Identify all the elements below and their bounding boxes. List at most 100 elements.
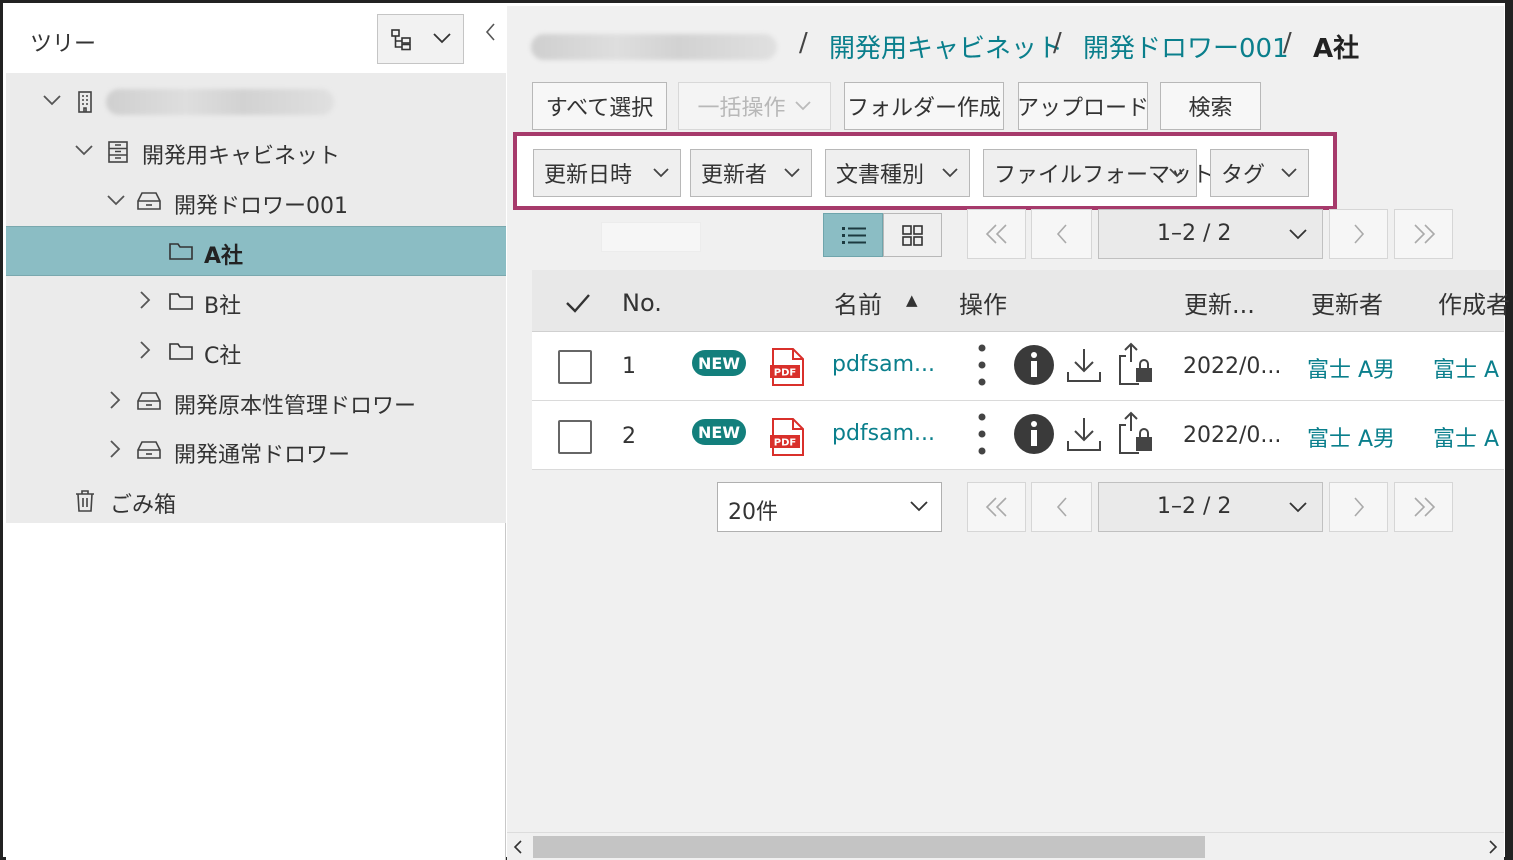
prev-page-button[interactable] [1031, 482, 1092, 532]
tree-item-label: 開発ドロワー001 [174, 194, 348, 219]
tree-item-drawer-001[interactable]: 開発ドロワー001 [6, 177, 506, 227]
grid-view-toggle[interactable] [883, 213, 942, 257]
next-page-button[interactable] [1329, 209, 1388, 259]
filter-updated-at-dropdown[interactable]: 更新日時 [533, 149, 681, 197]
content-panel: / 開発用キャビネット / 開発ドロワー001 / A社 すべて選択 一括操作 … [507, 6, 1510, 860]
chevron-right-icon[interactable] [138, 340, 152, 360]
row-number: 2 [622, 424, 636, 449]
chevron-down-icon[interactable] [42, 93, 62, 107]
double-chevron-left-icon [985, 497, 1007, 517]
tree-item-company-a[interactable]: A社 [6, 226, 506, 276]
tree-item-original-drawer[interactable]: 開発原本性管理ドロワー [6, 377, 506, 427]
bulk-action-label: 一括操作 [697, 96, 786, 121]
created-by-link[interactable]: 富士 A [1433, 352, 1499, 384]
double-chevron-right-icon [1413, 497, 1435, 517]
drawer-icon [136, 190, 162, 212]
updated-by-link[interactable]: 富士 A男 [1307, 421, 1395, 453]
create-folder-label: フォルダー作成 [846, 96, 1001, 121]
tree-view-mode-dropdown[interactable] [377, 14, 464, 64]
first-page-button[interactable] [967, 209, 1026, 259]
row-checkbox[interactable] [558, 350, 592, 384]
filter-text-input[interactable] [601, 222, 701, 252]
page-range-label: 1–2 / 2 [1157, 221, 1232, 246]
double-chevron-right-icon [1413, 224, 1435, 244]
tree-item-cabinet[interactable]: 開発用キャビネット [6, 127, 506, 177]
chevron-right-icon[interactable] [108, 390, 122, 410]
chevron-down-icon [794, 100, 812, 112]
breadcrumb-separator: / [799, 28, 808, 58]
chevron-down-icon[interactable] [74, 143, 94, 157]
page-range-label: 1–2 / 2 [1157, 494, 1232, 519]
chevron-down-icon [1288, 227, 1308, 241]
tree-item-normal-drawer[interactable]: 開発通常ドロワー [6, 426, 506, 476]
filter-file-format-dropdown[interactable]: ファイルフォーマット [983, 149, 1214, 197]
select-all-check-icon[interactable] [564, 292, 592, 314]
search-label: 検索 [1188, 96, 1233, 121]
chevron-right-icon[interactable] [138, 290, 152, 310]
download-icon[interactable] [1065, 346, 1103, 384]
page-select-top[interactable]: 1–2 / 2 [1098, 209, 1323, 259]
column-header-updated-by[interactable]: 更新者 [1311, 285, 1383, 320]
filter-label: 更新日時 [544, 163, 633, 188]
collapse-panel-button[interactable] [484, 22, 496, 42]
redacted-breadcrumb-root[interactable] [531, 34, 777, 60]
column-header-created-by[interactable]: 作成者 [1438, 285, 1510, 320]
drawer-icon [136, 439, 162, 461]
filter-document-type-dropdown[interactable]: 文書種別 [825, 149, 970, 197]
svg-text:PDF: PDF [774, 438, 796, 449]
redacted-root-name [106, 89, 334, 115]
last-page-button[interactable] [1394, 482, 1453, 532]
tree-item-company-c[interactable]: C社 [6, 327, 506, 377]
info-icon[interactable] [1013, 413, 1055, 455]
chevron-right-icon[interactable] [108, 439, 122, 459]
search-button[interactable]: 検索 [1160, 82, 1261, 130]
cabinet-icon [106, 140, 130, 164]
more-options-icon[interactable] [978, 343, 986, 387]
filter-tag-dropdown[interactable]: タグ [1210, 149, 1309, 197]
chevron-right-icon [1353, 224, 1364, 244]
updated-by-link[interactable]: 富士 A男 [1307, 352, 1395, 384]
filter-updated-by-dropdown[interactable]: 更新者 [690, 149, 812, 197]
column-header-updated-at[interactable]: 更新... [1184, 285, 1255, 320]
list-view-toggle[interactable] [823, 213, 883, 257]
download-icon[interactable] [1065, 415, 1103, 453]
page-select-bottom[interactable]: 1–2 / 2 [1098, 482, 1323, 532]
tree-item-label: ごみ箱 [110, 493, 177, 518]
tree-item-label: B社 [204, 294, 242, 319]
tree-item-company-b[interactable]: B社 [6, 277, 506, 327]
info-icon[interactable] [1013, 344, 1055, 386]
tree-item-trash[interactable]: ごみ箱 [6, 476, 506, 526]
column-header-name[interactable]: 名前 [834, 285, 882, 320]
lock-share-icon[interactable] [1117, 411, 1155, 455]
filter-label: 更新者 [701, 163, 768, 188]
breadcrumb-drawer-link[interactable]: 開発ドロワー001 [1083, 28, 1289, 65]
new-badge: NEW [692, 419, 746, 445]
row-checkbox[interactable] [558, 420, 592, 454]
upload-button[interactable]: アップロード [1017, 82, 1149, 130]
breadcrumb-cabinet-link[interactable]: 開発用キャビネット [829, 28, 1063, 65]
tree-item-label: 開発用キャビネット [142, 144, 341, 169]
table-row[interactable]: 1 NEW PDF pdfsam... 2022/0... 富士 A男 富士 A [532, 332, 1504, 401]
lock-share-icon[interactable] [1117, 342, 1155, 386]
more-options-icon[interactable] [978, 412, 986, 456]
chevron-down-icon[interactable] [106, 193, 126, 207]
last-page-button[interactable] [1394, 209, 1453, 259]
select-all-button[interactable]: すべて選択 [532, 82, 667, 130]
column-header-no[interactable]: No. [622, 289, 662, 317]
first-page-button[interactable] [967, 482, 1026, 532]
created-by-link[interactable]: 富士 A [1433, 421, 1499, 453]
horizontal-scrollbar[interactable] [507, 832, 1504, 860]
bulk-action-dropdown[interactable]: 一括操作 [678, 82, 831, 130]
breadcrumb-separator: / [1283, 28, 1292, 58]
tree-item-root[interactable] [6, 77, 506, 127]
scroll-right-icon[interactable] [1488, 840, 1498, 854]
per-page-select[interactable]: 20件 [717, 482, 942, 532]
next-page-button[interactable] [1329, 482, 1388, 532]
table-row[interactable]: 2 NEW PDF pdfsam... 2022/0... 富士 A男 富士 A [532, 401, 1504, 470]
document-name-link[interactable]: pdfsam... [832, 352, 935, 377]
create-folder-button[interactable]: フォルダー作成 [844, 82, 1004, 130]
scrollbar-thumb[interactable] [533, 836, 1205, 858]
scroll-left-icon[interactable] [513, 840, 523, 854]
prev-page-button[interactable] [1031, 209, 1092, 259]
document-name-link[interactable]: pdfsam... [832, 421, 935, 446]
